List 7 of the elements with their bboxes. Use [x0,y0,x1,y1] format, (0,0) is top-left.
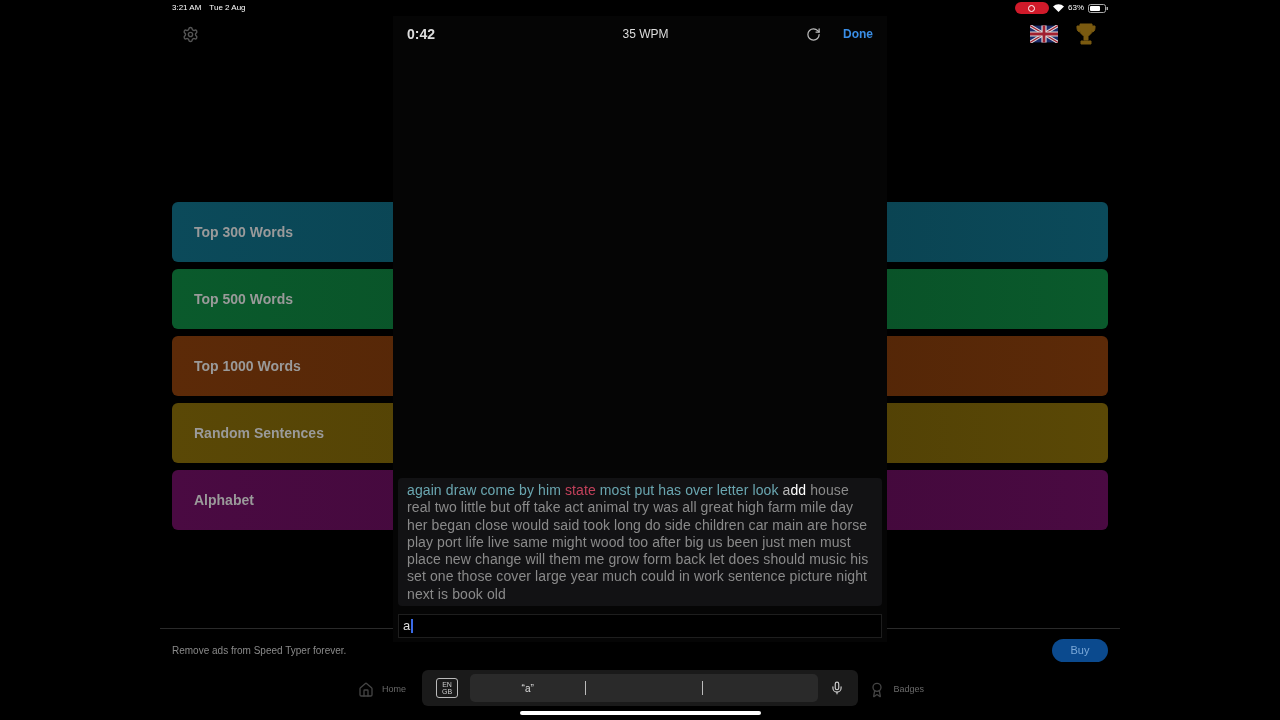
passage-text: again draw come by him state most put has over letter look add house real two little but off take act animal try was all great high farm mile day her began close would said took long do side children car main are horse play port life live same might wood too after big us been just men must place new change will them me grow form back let does should music his set one those cover large year much could in work sentence picture night next is book old [407,482,870,604]
status-date: Tue 2 Aug [209,2,246,14]
speed-readout: 35 WPM [621,26,669,43]
timer: 0:42 [407,24,436,44]
status-time: 3:21 AM [172,2,202,14]
promo-text: Remove ads from Speed Typer forever. [172,644,347,658]
status-battery-percent: 63% [1068,2,1084,14]
